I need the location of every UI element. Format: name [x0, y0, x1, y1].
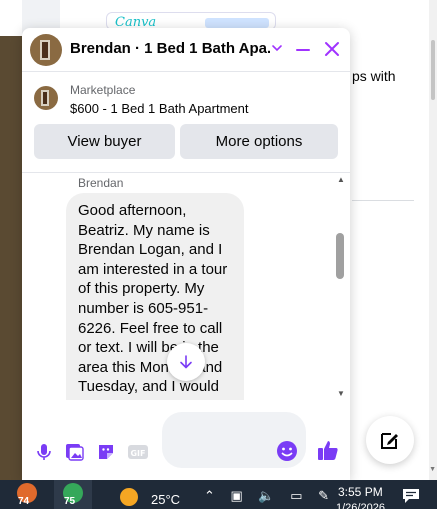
listing-thumbnail: [34, 86, 58, 110]
chat-title[interactable]: Brendan · 1 Bed 1 Bath Apa...: [70, 40, 270, 57]
background-divider: [352, 200, 414, 201]
compose-icon: [381, 433, 398, 449]
svg-text:GIF: GIF: [130, 449, 145, 458]
system-tray-icons[interactable]: ⌃ ▣ 🔈 ▭ ✎: [204, 488, 335, 504]
marketplace-listing[interactable]: Marketplace $600 - 1 Bed 1 Bath Apartmen…: [22, 72, 350, 124]
avatar[interactable]: [30, 34, 62, 66]
taskbar: 74 75 25°C ⌃ ▣ 🔈 ▭ ✎ 3:55 PM 1/26/2026: [0, 480, 437, 514]
weather-temperature[interactable]: 25°C: [151, 492, 180, 507]
listing-title: $600 - 1 Bed 1 Bath Apartment: [70, 101, 249, 116]
microphone-icon[interactable]: [32, 440, 56, 464]
photo-icon[interactable]: [62, 440, 86, 464]
sticker-icon[interactable]: [94, 440, 118, 464]
scroll-to-bottom-button[interactable]: [167, 343, 205, 381]
chat-header: Brendan · 1 Bed 1 Bath Apa...: [22, 28, 350, 72]
app-2-badge: 75: [64, 496, 76, 507]
background-image-strip: [0, 36, 22, 480]
minimize-icon[interactable]: [294, 40, 312, 60]
new-message-button[interactable]: [366, 416, 414, 464]
scroll-up-arrow[interactable]: ▲: [337, 175, 345, 184]
thread-scrollbar[interactable]: ▲ ▼: [334, 173, 348, 400]
chat-window: Brendan · 1 Bed 1 Bath Apa... Marketplac…: [22, 28, 350, 480]
arrow-down-icon: [180, 355, 192, 369]
canva-pill: [205, 18, 269, 28]
more-options-button[interactable]: More options: [180, 124, 338, 159]
scroll-down-arrow[interactable]: ▼: [337, 389, 345, 398]
composer: GIF: [22, 400, 350, 480]
weather-sun-icon[interactable]: [120, 488, 138, 506]
gif-icon[interactable]: GIF: [126, 440, 150, 464]
chevron-down-icon[interactable]: [270, 40, 284, 56]
message-bubble: Good afternoon, Beatriz. My name is Bren…: [66, 193, 244, 400]
page-scroll-down-arrow[interactable]: ▼: [429, 466, 436, 473]
notification-icon[interactable]: [402, 488, 420, 504]
close-icon[interactable]: [322, 38, 342, 60]
background-partial-text: ps with: [352, 68, 396, 84]
taskbar-app-1[interactable]: 74: [8, 480, 46, 509]
message-thread[interactable]: Brendan Good afternoon, Beatriz. My name…: [22, 172, 350, 400]
taskbar-app-2[interactable]: 75: [54, 480, 92, 509]
page-scrollbar[interactable]: [429, 0, 437, 480]
thread-scrollbar-thumb[interactable]: [336, 233, 344, 279]
clock-time[interactable]: 3:55 PM: [338, 485, 383, 499]
view-buyer-button[interactable]: View buyer: [34, 124, 175, 159]
app-1-badge: 74: [18, 496, 30, 507]
marketplace-label: Marketplace: [70, 83, 136, 97]
page-scrollbar-thumb[interactable]: [431, 40, 435, 100]
emoji-icon[interactable]: [276, 440, 298, 462]
sender-name: Brendan: [78, 176, 124, 190]
thumbs-up-icon[interactable]: [316, 438, 340, 462]
clock-date[interactable]: 1/26/2026: [336, 502, 385, 514]
